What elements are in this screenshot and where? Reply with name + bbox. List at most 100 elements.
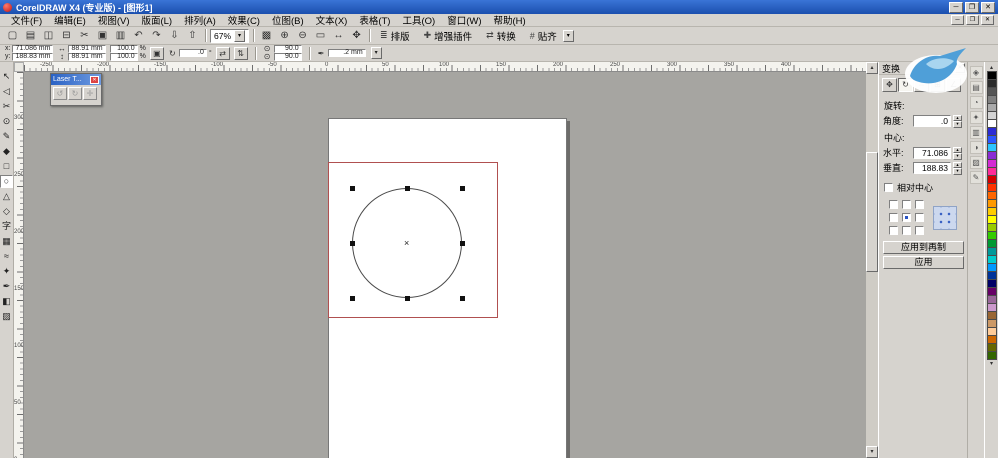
selection-handle[interactable] bbox=[350, 241, 355, 246]
shape-tool[interactable]: ◁ bbox=[0, 85, 13, 98]
menu-item[interactable]: 帮助(H) bbox=[487, 13, 531, 27]
menu-item[interactable]: 窗口(W) bbox=[441, 13, 487, 27]
anchor-checkbox[interactable] bbox=[915, 213, 924, 222]
angle-input[interactable]: .0 bbox=[913, 114, 951, 127]
freehand-tool[interactable]: ✎ bbox=[0, 130, 13, 143]
anchor-checkbox[interactable] bbox=[915, 226, 924, 235]
scroll-down-icon[interactable]: ▾ bbox=[866, 446, 878, 458]
drawing-canvas[interactable]: × bbox=[24, 72, 866, 458]
laser-toolbar[interactable]: Laser T... ✕ ↺ ↻ ✛ bbox=[50, 73, 102, 106]
mirror-horizontal-icon[interactable]: ⇄ bbox=[215, 46, 230, 60]
scale-x-input[interactable]: 100.0 bbox=[109, 45, 138, 53]
y-position-input[interactable]: 188.83 mm bbox=[12, 53, 54, 61]
menu-item[interactable]: 排列(A) bbox=[178, 13, 222, 27]
grid-icon[interactable] bbox=[933, 205, 957, 230]
docker-tab-5-icon[interactable]: ▥ bbox=[969, 126, 983, 139]
rotation-angle-input[interactable]: .0 bbox=[178, 49, 207, 57]
outline-width-combo[interactable]: .2 mm bbox=[327, 49, 366, 57]
table-tool[interactable]: ▦ bbox=[0, 235, 13, 248]
anchor-checkbox[interactable] bbox=[902, 226, 911, 235]
apply-button[interactable]: 应用 bbox=[883, 256, 964, 269]
horizontal-ruler[interactable]: -250 -200 -150 -100 -50 0 50 100 150 200 250 300 350… bbox=[24, 62, 866, 72]
snap-button[interactable]: # 贴齐 ▾ bbox=[524, 28, 580, 43]
menu-item[interactable]: 表格(T) bbox=[353, 13, 396, 27]
scale-mirror-tab[interactable]: ⇔ bbox=[914, 78, 929, 92]
docker-tab-7-icon[interactable]: ▨ bbox=[969, 156, 983, 169]
interactive-fill-tool[interactable]: ▨ bbox=[0, 310, 13, 323]
docker-tab-2-icon[interactable]: ▤ bbox=[969, 81, 983, 94]
doc-restore-button[interactable]: ❐ bbox=[966, 15, 979, 25]
import-icon[interactable]: ⇩ bbox=[166, 28, 183, 43]
menu-item[interactable]: 位图(B) bbox=[266, 13, 310, 27]
docker-tab-8-icon[interactable]: ✎ bbox=[969, 171, 983, 184]
scroll-up-icon[interactable]: ▴ bbox=[866, 62, 878, 74]
anchor-checkbox[interactable] bbox=[889, 213, 898, 222]
zoom-tool[interactable]: ⊙ bbox=[0, 115, 13, 128]
app-launcher-icon[interactable]: ▩ bbox=[258, 28, 275, 43]
vertical-center-input[interactable]: 188.83 bbox=[913, 161, 951, 174]
chevron-down-icon[interactable]: ▾ bbox=[234, 29, 246, 42]
open-icon[interactable]: ▤ bbox=[22, 28, 39, 43]
basic-shapes-tool[interactable]: ◇ bbox=[0, 205, 13, 218]
docker-collapse-icon[interactable]: ◂ bbox=[943, 63, 953, 73]
doc-close-button[interactable]: ✕ bbox=[981, 15, 994, 25]
undo-icon[interactable]: ↶ bbox=[130, 28, 147, 43]
laser-tool-3-icon[interactable]: ✛ bbox=[83, 87, 97, 100]
menu-item[interactable]: 文本(X) bbox=[310, 13, 354, 27]
vertical-spinner[interactable]: ▴ ▾ bbox=[953, 161, 962, 175]
docker-tab-6-icon[interactable]: ◑ bbox=[969, 141, 983, 154]
zoom-in-icon[interactable]: ⊕ bbox=[276, 28, 293, 43]
plugin-button[interactable]: ✚ 增强插件 bbox=[418, 28, 479, 43]
save-icon[interactable]: ◫ bbox=[40, 28, 57, 43]
close-button[interactable]: ✕ bbox=[981, 1, 995, 13]
anchor-checkbox[interactable] bbox=[902, 200, 911, 209]
smart-fill-tool[interactable]: ◆ bbox=[0, 145, 13, 158]
horizontal-spinner[interactable]: ▴ ▾ bbox=[953, 146, 962, 160]
mirror-vertical-icon[interactable]: ⇅ bbox=[233, 46, 248, 60]
fill-tool[interactable]: ◧ bbox=[0, 295, 13, 308]
color-swatch[interactable] bbox=[986, 351, 997, 360]
selection-handle[interactable] bbox=[405, 296, 410, 301]
doc-minimize-button[interactable]: ─ bbox=[951, 15, 964, 25]
palette-scroll-down-icon[interactable]: ▾ bbox=[987, 360, 997, 368]
selection-handle[interactable] bbox=[350, 186, 355, 191]
docker-tab-3-icon[interactable]: ◔ bbox=[969, 96, 983, 109]
maximize-button[interactable]: ❐ bbox=[965, 1, 979, 13]
eyedropper-tool[interactable]: ✦ bbox=[0, 265, 13, 278]
menu-item[interactable]: 文件(F) bbox=[5, 13, 48, 27]
ellipse-tool[interactable]: ○ bbox=[0, 175, 13, 188]
selection-handle[interactable] bbox=[460, 296, 465, 301]
chevron-down-icon[interactable]: ▾ bbox=[562, 29, 574, 42]
pan-icon[interactable]: ✥ bbox=[348, 28, 365, 43]
laser-toolbar-titlebar[interactable]: Laser T... ✕ bbox=[51, 74, 101, 85]
lock-ratio-icon[interactable]: ▣ bbox=[149, 46, 164, 60]
menu-item[interactable]: 编辑(E) bbox=[48, 13, 92, 27]
pick-tool[interactable]: ↖ bbox=[0, 70, 13, 83]
vertical-scrollbar[interactable]: ▴ ▾ bbox=[866, 62, 878, 458]
anchor-checkbox[interactable] bbox=[889, 200, 898, 209]
crop-tool[interactable]: ✂ bbox=[0, 100, 13, 113]
rotation-center-mark[interactable]: × bbox=[404, 239, 409, 248]
chevron-down-icon[interactable]: ▾ bbox=[370, 47, 382, 59]
selection-handle[interactable] bbox=[350, 296, 355, 301]
zoom-out-icon[interactable]: ⊖ bbox=[294, 28, 311, 43]
minimize-button[interactable]: ─ bbox=[949, 1, 963, 13]
menu-item[interactable]: 工具(O) bbox=[396, 13, 441, 27]
rectangle-tool[interactable]: □ bbox=[0, 160, 13, 173]
selection-handle[interactable] bbox=[460, 241, 465, 246]
horizontal-center-input[interactable]: 71.086 bbox=[913, 146, 951, 159]
apply-to-duplicate-button[interactable]: 应用到再制 bbox=[883, 241, 964, 254]
width-input[interactable]: 88.91 mm bbox=[68, 45, 106, 53]
copy-icon[interactable]: ▣ bbox=[94, 28, 111, 43]
menu-item[interactable]: 效果(C) bbox=[222, 13, 266, 27]
blend-tool[interactable]: ≈ bbox=[0, 250, 13, 263]
selection-handle[interactable] bbox=[460, 186, 465, 191]
print-icon[interactable]: ⊟ bbox=[58, 28, 75, 43]
rotation-tab[interactable]: ↻ bbox=[898, 78, 913, 92]
laser-toolbar-close-button[interactable]: ✕ bbox=[90, 75, 99, 84]
skew-tab[interactable]: ∠ bbox=[946, 78, 961, 92]
zoom-level-combo[interactable]: 67% ▾ bbox=[210, 28, 250, 43]
text-tool[interactable]: 字 bbox=[0, 220, 13, 233]
anchor-checkbox[interactable] bbox=[915, 200, 924, 209]
docker-tab-4-icon[interactable]: ✦ bbox=[969, 111, 983, 124]
